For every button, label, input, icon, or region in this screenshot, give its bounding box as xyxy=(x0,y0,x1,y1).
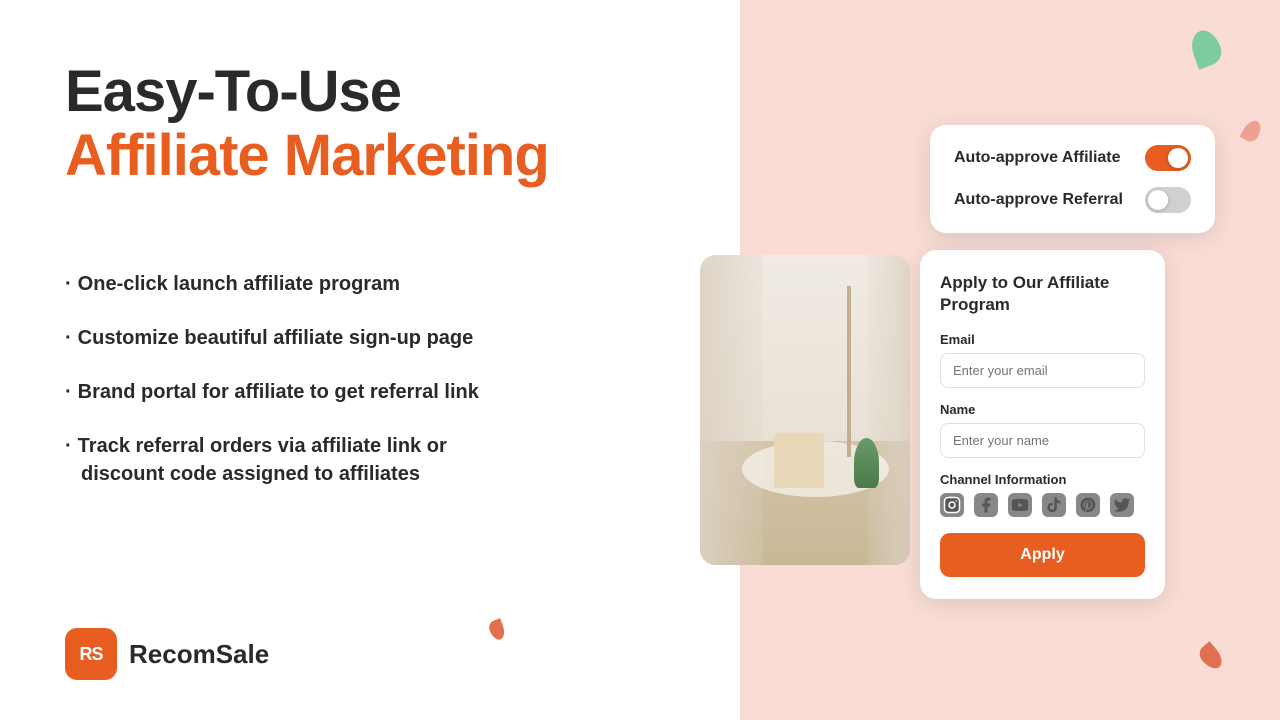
settings-card: Auto-approve Affiliate Auto-approve Refe… xyxy=(930,125,1215,233)
email-input[interactable] xyxy=(940,353,1145,388)
auto-approve-referral-label: Auto-approve Referral xyxy=(954,191,1123,209)
facebook-icon[interactable] xyxy=(974,493,998,517)
feature-item-4: Track referral orders via affiliate link… xyxy=(65,432,479,488)
auto-approve-affiliate-toggle[interactable] xyxy=(1145,145,1191,171)
logo-icon: RS xyxy=(65,628,117,680)
photo-chair xyxy=(774,433,824,488)
affiliate-form-card: Apply to Our Affiliate Program Email Nam… xyxy=(920,250,1165,599)
toggle-knob-referral xyxy=(1148,190,1168,210)
name-label: Name xyxy=(940,402,1145,417)
photo-card xyxy=(700,255,910,565)
photo-curtain-right xyxy=(868,255,910,565)
feature-list: One-click launch affiliate program Custo… xyxy=(65,270,479,514)
apply-button[interactable]: Apply xyxy=(940,533,1145,577)
photo-lamp xyxy=(847,286,851,457)
youtube-icon[interactable] xyxy=(1008,493,1032,517)
heading-line1: Easy-To-Use xyxy=(65,60,549,124)
photo-curtain-left xyxy=(700,255,763,565)
heading-line2: Affiliate Marketing xyxy=(65,124,549,188)
instagram-icon[interactable] xyxy=(940,493,964,517)
logo-text: RecomSale xyxy=(129,639,269,670)
main-heading: Easy-To-Use Affiliate Marketing xyxy=(65,60,549,188)
email-label: Email xyxy=(940,332,1145,347)
feature-item-1: One-click launch affiliate program xyxy=(65,270,479,298)
toggle-knob-affiliate xyxy=(1168,148,1188,168)
form-title: Apply to Our Affiliate Program xyxy=(940,272,1145,316)
twitter-icon[interactable] xyxy=(1110,493,1134,517)
photo-inner xyxy=(700,255,910,565)
pinterest-icon[interactable] xyxy=(1076,493,1100,517)
settings-row-affiliate: Auto-approve Affiliate xyxy=(954,145,1191,171)
feature-item-2: Customize beautiful affiliate sign-up pa… xyxy=(65,324,479,352)
auto-approve-affiliate-label: Auto-approve Affiliate xyxy=(954,149,1121,167)
channel-label: Channel Information xyxy=(940,472,1145,487)
photo-plant xyxy=(854,438,879,488)
settings-row-referral: Auto-approve Referral xyxy=(954,187,1191,213)
name-input[interactable] xyxy=(940,423,1145,458)
logo-area: RS RecomSale xyxy=(65,628,269,680)
feature-item-3: Brand portal for affiliate to get referr… xyxy=(65,378,479,406)
tiktok-icon[interactable] xyxy=(1042,493,1066,517)
auto-approve-referral-toggle[interactable] xyxy=(1145,187,1191,213)
channel-icons xyxy=(940,493,1145,517)
